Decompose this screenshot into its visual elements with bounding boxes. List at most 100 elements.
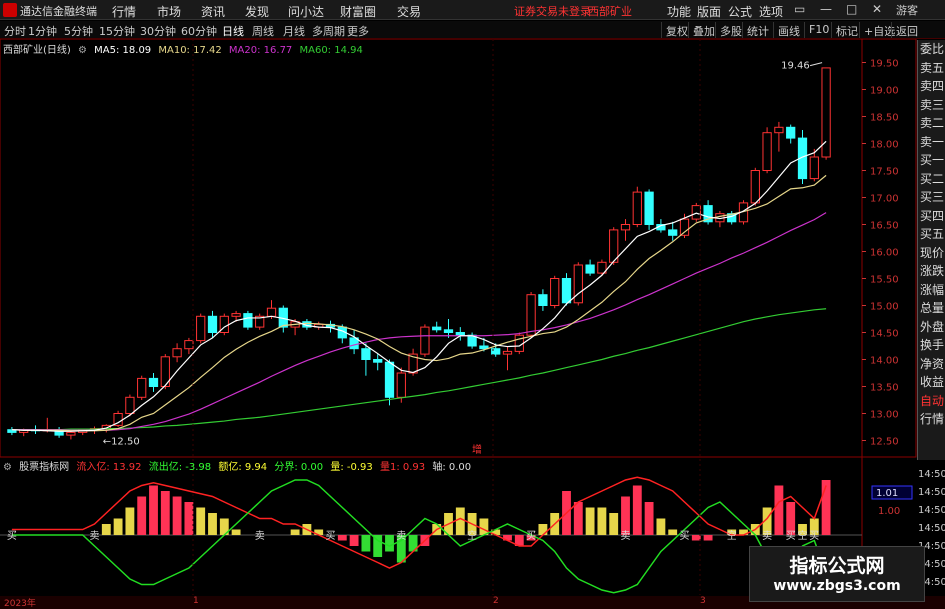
candle-body [786, 126, 796, 139]
candle-body [691, 205, 701, 220]
rp-buy1: 买一 [920, 153, 945, 167]
year-label: 2023年 [4, 599, 36, 609]
app-logo-icon [3, 3, 17, 17]
rp-volume: 总量 [920, 301, 945, 315]
indicator-bar [609, 513, 619, 535]
app-name: 通达信金融终端 [20, 5, 97, 18]
menu-jiaoyi[interactable]: 交易 [397, 3, 421, 20]
price-tick-label: 17.00 [870, 194, 899, 205]
indicator-bar [349, 535, 359, 546]
tab-fenshi[interactable]: 分时 [4, 23, 26, 39]
price-tick-label: 13.00 [870, 410, 899, 421]
menu-faxian[interactable]: 发现 [245, 3, 269, 20]
indicator-bar [137, 496, 147, 535]
indicator-bar [172, 496, 182, 535]
indicator-bar [125, 507, 135, 535]
high-annotation: 19.46 [781, 61, 810, 72]
tab-1min[interactable]: 1分钟 [28, 23, 57, 39]
candle-body [432, 326, 442, 331]
tab-15min[interactable]: 15分钟 [99, 23, 135, 39]
rp-auto[interactable]: 自动 [918, 392, 945, 411]
candle-body [361, 348, 371, 361]
tab-30min[interactable]: 30分钟 [140, 23, 176, 39]
indicator-bar [774, 485, 784, 535]
tab-daily[interactable]: 日线 [222, 23, 244, 39]
indicator-axis-value: 1.01 [876, 488, 898, 499]
rp-change-pct: 涨幅 [920, 282, 945, 297]
menu-gongneng[interactable]: 功能 [667, 3, 691, 20]
close-icon[interactable]: ✕ [872, 2, 882, 16]
watermark-url: www.zbgs3.com [773, 578, 901, 594]
tab-more[interactable]: 更多 [347, 23, 369, 39]
rp-earnings: 收益 [920, 375, 945, 389]
inflow-label: 流入亿: 13.92 [76, 462, 142, 473]
rp-sell4: 卖四 [920, 79, 945, 93]
menu-zixun[interactable]: 资讯 [201, 3, 225, 20]
rp-sell3: 卖三 [920, 97, 945, 112]
price-tick-label: 15.50 [870, 275, 899, 286]
menu-xuanxiang[interactable]: 选项 [759, 3, 783, 20]
indicator-bar [538, 524, 548, 535]
tab-multi-period[interactable]: 多周期 [312, 23, 345, 39]
indicator-axis-value-2: 1.00 [878, 506, 900, 517]
kline-chart[interactable]: 19.50 19.00 18.50 18.00 17.50 17.00 16.50 16.00… [0, 39, 945, 599]
signal-label: 卖 [762, 530, 772, 542]
login-status[interactable]: 证券交易未登录 [514, 3, 591, 19]
back-button[interactable]: 返回 [891, 22, 922, 38]
tongji-button[interactable]: 统计 [742, 22, 773, 38]
biaoji-button[interactable]: 标记 [831, 22, 862, 38]
rp-sell1: 卖一 [920, 134, 945, 149]
indicator-bar [208, 513, 217, 535]
candle-body [679, 218, 690, 236]
current-stock-name: 西部矿业 [588, 5, 632, 18]
vol-label: 量: -0.93 [330, 462, 373, 473]
candle-body [620, 224, 631, 231]
indicator-bar [597, 507, 607, 535]
settings-icon[interactable]: ⚙ [3, 462, 12, 473]
signal-label: 空 [467, 529, 477, 542]
vol1-label: 量1: 0.93 [379, 462, 426, 473]
signal-label: 卖 [396, 530, 406, 542]
menu-caifuquan[interactable]: 财富圈 [340, 3, 376, 20]
candle-body [137, 377, 147, 398]
rp-weibi: 委比 [920, 42, 945, 56]
rp-quote[interactable]: 行情 [918, 410, 945, 429]
menu-hangqing[interactable]: 行情 [112, 3, 136, 20]
price-tick-label: 18.00 [870, 140, 899, 151]
increase-marker: 增 [472, 443, 482, 456]
signal-label: 卖 [90, 530, 100, 542]
tab-60min[interactable]: 60分钟 [181, 23, 217, 39]
skin-icon[interactable]: ▭ [794, 2, 805, 16]
tab-5min[interactable]: 5分钟 [64, 23, 93, 39]
rp-change: 涨跌 [920, 264, 945, 278]
maximize-icon[interactable]: □ [846, 2, 857, 16]
rp-buy4: 买四 [920, 208, 945, 223]
f10-button[interactable]: F10 [804, 22, 833, 38]
tab-monthly[interactable]: 月线 [283, 23, 305, 39]
minimize-icon[interactable]: — [820, 2, 832, 16]
candle-body [455, 332, 465, 336]
rp-buy5: 买五 [920, 227, 945, 241]
tab-weekly[interactable]: 周线 [252, 23, 274, 39]
menu-wenxiaoda[interactable]: 问小达 [288, 3, 324, 20]
menu-banmian[interactable]: 版面 [697, 3, 721, 20]
candle-body [148, 377, 159, 387]
candle-body [762, 132, 772, 171]
rp-sell5: 卖五 [920, 60, 945, 75]
candle-body [420, 326, 430, 355]
candle-body [172, 348, 182, 358]
rp-sell2: 卖二 [920, 116, 945, 130]
settings-icon[interactable]: ⚙ [78, 45, 87, 56]
huaxian-button[interactable]: 画线 [773, 22, 804, 38]
candle-body [125, 396, 135, 414]
indicator-bar [668, 529, 678, 535]
guest-label[interactable]: 游客 [896, 2, 918, 18]
indicator-bar [231, 529, 241, 535]
menu-shichang[interactable]: 市场 [157, 3, 181, 20]
divide-label: 分界: 0.00 [274, 462, 324, 473]
candle-body [184, 340, 194, 350]
menu-gongshi[interactable]: 公式 [728, 3, 752, 20]
candle-body [373, 359, 383, 363]
indicator-bar [290, 529, 300, 535]
month-label-3: 3 [700, 596, 706, 606]
